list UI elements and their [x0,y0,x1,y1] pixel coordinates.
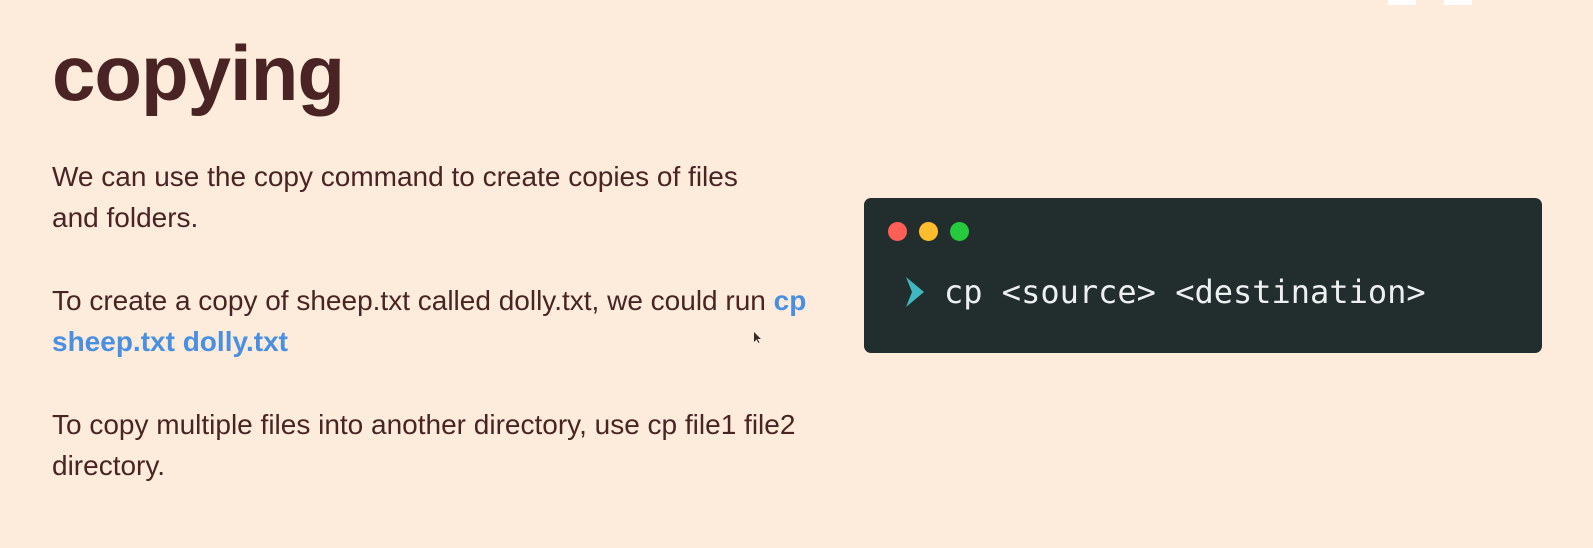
close-dot-icon [888,222,907,241]
paragraph-copy-example-text: To create a copy of sheep.txt called dol… [52,285,774,316]
mouse-pointer-icon [754,332,761,343]
terminal-command: cp <source> <destination> [944,273,1426,311]
minimize-dot-icon [919,222,938,241]
maximize-dot-icon [950,222,969,241]
chevron-right-icon [906,277,924,307]
slide: copying We can use the copy command to c… [0,0,1593,548]
window-control-mark[interactable] [1444,0,1472,5]
paragraph-copy-multiple: To copy multiple files into another dire… [52,409,796,481]
window-controls [1388,0,1472,5]
terminal-window-dots [888,222,969,241]
terminal-prompt-line: cp <source> <destination> [904,270,1426,314]
paragraph-copy-intro: We can use the copy command to create co… [52,161,738,233]
slide-title: copying [52,29,345,117]
paragraph-copy-example: To create a copy of sheep.txt called dol… [52,280,832,362]
terminal-window: cp <source> <destination> [864,198,1542,353]
window-control-mark[interactable] [1388,0,1416,5]
